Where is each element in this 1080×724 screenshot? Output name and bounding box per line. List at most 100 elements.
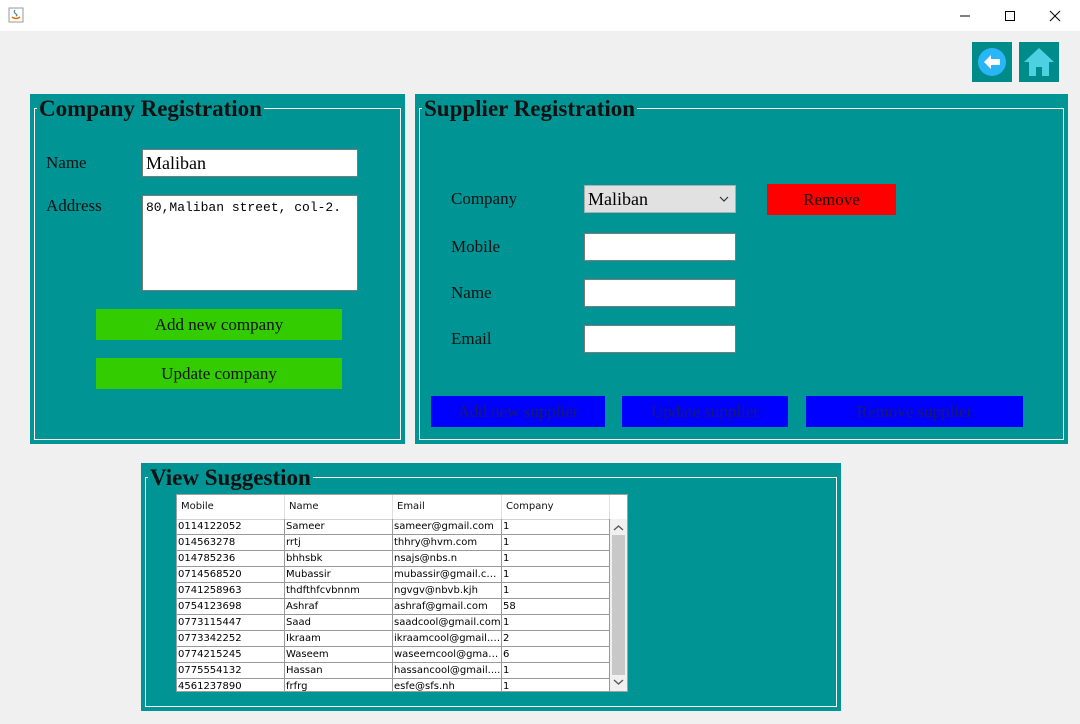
column-header-company[interactable]: Company	[502, 495, 610, 519]
supplier-company-dropdown[interactable]: Maliban	[584, 185, 736, 213]
cell-company: 1	[502, 583, 610, 599]
table-row[interactable]: 0754123698 Ashraf ashraf@gmail.com 58	[177, 599, 610, 615]
table-row[interactable]: 0773342252 Ikraam ikraamcool@gmail.c... 2	[177, 631, 610, 647]
supplier-company-label: Company	[451, 189, 518, 208]
chevron-down-icon	[719, 196, 729, 202]
minimize-icon	[960, 15, 970, 16]
close-icon	[1049, 10, 1061, 21]
update-company-button[interactable]: Update company	[96, 358, 342, 389]
cell-name: rrtj	[285, 535, 393, 551]
supplier-mobile-input[interactable]	[584, 233, 736, 261]
cell-name: Saad	[285, 615, 393, 631]
cell-mobile: 0773115447	[177, 615, 285, 631]
cell-email: ikraamcool@gmail.c...	[393, 631, 502, 647]
supplier-mobile-label: Mobile	[451, 237, 501, 256]
cell-email: hassancool@gmail....	[393, 663, 502, 679]
cell-name: Hassan	[285, 663, 393, 679]
cell-company: 1	[502, 551, 610, 567]
cell-name: thdfthfcvbnnm	[285, 583, 393, 599]
cell-email: sameer@gmail.com	[393, 519, 502, 535]
supplier-email-label: Email	[451, 329, 492, 348]
cell-company: 6	[502, 647, 610, 663]
table-row[interactable]: 0775554132 Hassan hassancool@gmail.... 1	[177, 663, 610, 679]
add-new-supplier-button[interactable]: Add new supplier	[431, 396, 605, 427]
company-address-label: Address	[46, 196, 102, 215]
suggestion-table[interactable]: Mobile Name Email Company 0114122052 Same…	[176, 494, 628, 692]
table-scrollbar[interactable]	[610, 519, 627, 691]
update-supplier-button[interactable]: Update supplier	[622, 396, 788, 427]
home-button[interactable]	[1019, 42, 1059, 82]
cell-mobile: 0114122052	[177, 519, 285, 535]
suggestion-panel-title: View Suggestion	[148, 465, 313, 491]
add-new-company-button[interactable]: Add new company	[96, 309, 342, 340]
cell-mobile: 4561237890	[177, 679, 285, 691]
back-arrow-icon	[978, 48, 1006, 76]
column-header-email[interactable]: Email	[393, 495, 502, 519]
supplier-name-label: Name	[451, 283, 492, 302]
cell-email: waseemcool@gmail....	[393, 647, 502, 663]
table-row[interactable]: 0114122052 Sameer sameer@gmail.com 1	[177, 519, 610, 535]
cell-mobile: 0775554132	[177, 663, 285, 679]
maximize-icon	[1005, 10, 1015, 21]
table-row[interactable]: 014563278 rrtj thhry@hvm.com 1	[177, 535, 610, 551]
supplier-company-selected: Maliban	[588, 188, 648, 209]
table-body: 0114122052 Sameer sameer@gmail.com 1 0145632…	[177, 519, 610, 691]
cell-company: 1	[502, 519, 610, 535]
table-row[interactable]: 0741258963 thdfthfcvbnnm ngvgv@nbvb.kjh 1	[177, 583, 610, 599]
cell-mobile: 0773342252	[177, 631, 285, 647]
company-name-label: Name	[46, 153, 87, 172]
maximize-button[interactable]	[987, 0, 1033, 31]
cell-company: 1	[502, 615, 610, 631]
table-header: Mobile Name Email Company	[177, 495, 610, 520]
minimize-button[interactable]	[942, 0, 988, 31]
cell-email: thhry@hvm.com	[393, 535, 502, 551]
scrollbar-thumb[interactable]	[612, 535, 625, 675]
cell-name: frfrg	[285, 679, 393, 691]
scroll-down-icon[interactable]	[610, 675, 627, 689]
company-address-textarea[interactable]: 80,Maliban street, col-2.	[142, 195, 358, 291]
cell-company: 1	[502, 567, 610, 583]
cell-mobile: 0754123698	[177, 599, 285, 615]
close-button[interactable]	[1032, 0, 1078, 31]
remove-supplier-button[interactable]: Remove supplier	[806, 396, 1023, 427]
supplier-email-input[interactable]	[584, 325, 736, 353]
cell-name: Mubassir	[285, 567, 393, 583]
table-row[interactable]: 0714568520 Mubassir mubassir@gmail.com 1	[177, 567, 610, 583]
cell-name: bhhsbk	[285, 551, 393, 567]
back-button[interactable]	[972, 42, 1012, 82]
cell-mobile: 0714568520	[177, 567, 285, 583]
cell-company: 58	[502, 599, 610, 615]
company-panel-title: Company Registration	[37, 96, 264, 122]
title-bar	[0, 0, 1080, 31]
cell-email: nsajs@nbs.n	[393, 551, 502, 567]
column-header-mobile[interactable]: Mobile	[177, 495, 285, 519]
cell-mobile: 0741258963	[177, 583, 285, 599]
table-row[interactable]: 014785236 bhhsbk nsajs@nbs.n 1	[177, 551, 610, 567]
home-icon	[1024, 48, 1054, 76]
cell-mobile: 0774215245	[177, 647, 285, 663]
cell-email: esfe@sfs.nh	[393, 679, 502, 691]
cell-name: Sameer	[285, 519, 393, 535]
cell-mobile: 014785236	[177, 551, 285, 567]
java-app-icon	[8, 7, 24, 23]
cell-mobile: 014563278	[177, 535, 285, 551]
cell-email: ngvgv@nbvb.kjh	[393, 583, 502, 599]
remove-company-button[interactable]: Remove	[767, 184, 896, 215]
company-name-input[interactable]	[142, 149, 358, 177]
cell-company: 1	[502, 679, 610, 691]
supplier-registration-panel: Supplier Registration	[415, 94, 1068, 444]
cell-name: Waseem	[285, 647, 393, 663]
supplier-name-input[interactable]	[584, 279, 736, 307]
cell-name: Ashraf	[285, 599, 393, 615]
cell-company: 1	[502, 535, 610, 551]
cell-company: 2	[502, 631, 610, 647]
cell-company: 1	[502, 663, 610, 679]
table-row[interactable]: 0773115447 Saad saadcool@gmail.com 1	[177, 615, 610, 631]
table-row[interactable]: 4561237890 frfrg esfe@sfs.nh 1	[177, 679, 610, 691]
cell-email: saadcool@gmail.com	[393, 615, 502, 631]
column-header-name[interactable]: Name	[285, 495, 393, 519]
cell-name: Ikraam	[285, 631, 393, 647]
scroll-up-icon[interactable]	[610, 521, 627, 535]
table-row[interactable]: 0774215245 Waseem waseemcool@gmail.... 6	[177, 647, 610, 663]
supplier-panel-title: Supplier Registration	[422, 96, 638, 122]
